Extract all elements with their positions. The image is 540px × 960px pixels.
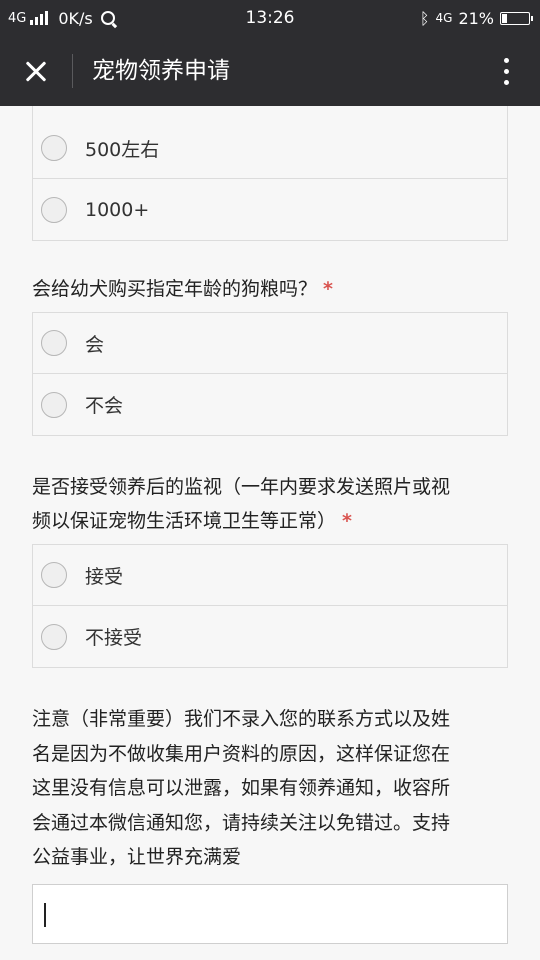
network-type-right: 4G <box>435 11 453 25</box>
battery-level <box>502 13 508 23</box>
option-1000-plus[interactable]: 1000+ <box>33 179 507 240</box>
option-label: 接受 <box>85 565 124 588</box>
option-label: 会 <box>85 333 105 356</box>
notice-line: 会通过本微信通知您，请持续关注以免错过。支持 <box>32 811 451 834</box>
battery-icon <box>500 11 533 25</box>
radio-icon[interactable] <box>41 330 67 356</box>
status-left: 4G 0K/s <box>8 0 115 36</box>
bluetooth-icon: ᛒ <box>419 8 430 28</box>
question-title-line1: 是否接受领养后的监视（一年内要求发送照片或视 <box>32 476 451 498</box>
text-caret <box>44 903 46 927</box>
radio-icon[interactable] <box>41 196 67 223</box>
option-label: 1000+ <box>85 198 150 221</box>
notice-line: 名是因为不做收集用户资料的原因，这样保证您在 <box>32 742 451 765</box>
options-budget: 500左右 1000+ <box>32 106 508 241</box>
close-icon[interactable] <box>14 49 58 93</box>
question-title-line2: 频以保证宠物生活环境卫生等正常） <box>32 510 337 532</box>
option-label: 不会 <box>85 395 124 417</box>
app-bar: 宠物领养申请 <box>0 36 540 106</box>
notice-line: 注意（非常重要）我们不录入您的联系方式以及姓 <box>32 708 451 730</box>
more-vertical-icon[interactable] <box>486 50 526 92</box>
app-bar-divider <box>72 54 73 88</box>
option-yes[interactable]: 会 <box>33 313 507 374</box>
radio-icon[interactable] <box>41 623 67 650</box>
option-label: 不接受 <box>85 627 143 649</box>
form-content[interactable]: 500左右 1000+ 会给幼犬购买指定年龄的狗粮吗？ * 会 不会 是否接受领养… <box>0 106 540 960</box>
notice-text: 注意（非常重要）我们不录入您的联系方式以及姓 名是因为不做收集用户资料的原因，这… <box>32 702 508 875</box>
radio-icon[interactable] <box>41 135 67 161</box>
answer-text-field[interactable] <box>32 884 508 944</box>
option-decline[interactable]: 不接受 <box>33 606 507 667</box>
option-accept[interactable]: 接受 <box>33 545 507 606</box>
question-title: 会给幼犬购买指定年龄的狗粮吗？ <box>32 278 318 300</box>
question-monitoring: 是否接受领养后的监视（一年内要求发送照片或视 频以保证宠物生活环境卫生等正常） * <box>32 470 508 538</box>
radio-icon[interactable] <box>41 391 67 418</box>
status-bar: 4G 0K/s 13:26 ᛒ 4G 21% <box>0 0 540 36</box>
options-dog-food: 会 不会 <box>32 312 508 436</box>
radio-icon[interactable] <box>41 562 67 588</box>
network-type: 4G <box>8 10 27 26</box>
battery-percent: 21% <box>458 8 494 28</box>
option-label: 500左右 <box>85 138 160 161</box>
signal-icon <box>30 11 49 25</box>
option-500[interactable]: 500左右 <box>33 118 507 179</box>
option-no[interactable]: 不会 <box>33 374 507 435</box>
sync-icon <box>100 11 115 25</box>
options-monitoring: 接受 不接受 <box>32 544 508 668</box>
notice-line: 这里没有信息可以泄露，如果有领养通知，收容所 <box>32 777 451 799</box>
status-right: ᛒ 4G 21% <box>419 0 533 36</box>
required-mark: * <box>323 278 333 300</box>
network-speed: 0K/s <box>58 8 93 28</box>
question-dog-food: 会给幼犬购买指定年龄的狗粮吗？ * <box>32 272 508 306</box>
required-mark: * <box>342 510 352 532</box>
page-title: 宠物领养申请 <box>92 58 230 84</box>
notice-line: 公益事业，让世界充满爱 <box>32 846 242 868</box>
